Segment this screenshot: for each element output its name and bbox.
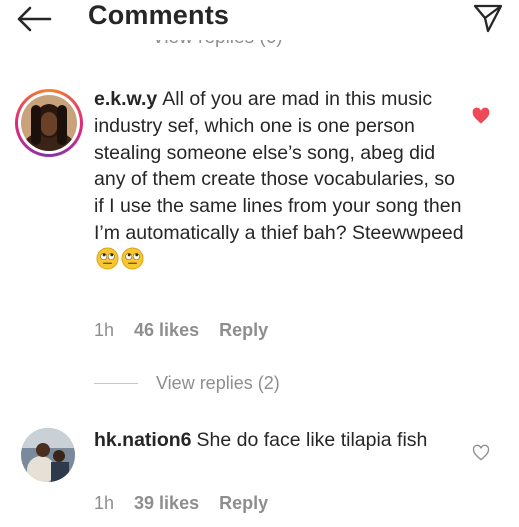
comment-time: 1h	[94, 493, 115, 513]
comment-username[interactable]: hk.nation6	[94, 429, 192, 451]
header-bar: Comments	[0, 0, 519, 40]
comment-text: She do face like tilapia fish	[196, 429, 428, 451]
reply-button[interactable]: Reply	[219, 320, 268, 341]
heart-outline-icon[interactable]	[471, 443, 491, 463]
comment-username[interactable]: e.k.w.y	[94, 88, 157, 110]
reply-button[interactable]: Reply	[219, 493, 268, 514]
eye-roll-emoji	[94, 247, 144, 271]
comment-text: All of you are mad in this music industr…	[94, 88, 464, 244]
heart-icon[interactable]	[471, 106, 491, 126]
avatar[interactable]	[21, 95, 77, 151]
comment-time: 1h	[94, 320, 115, 340]
likes-count[interactable]: 39 likes	[134, 493, 199, 514]
divider-line	[94, 383, 138, 384]
comment-meta: 1h 46 likes Reply	[94, 320, 268, 341]
page-title: Comments	[88, 0, 230, 30]
likes-count[interactable]: 46 likes	[134, 320, 199, 341]
comment-body: hk.nation6 She do face like tilapia fish	[94, 427, 464, 454]
avatar[interactable]	[21, 428, 75, 482]
view-replies-button[interactable]: View replies (2)	[94, 373, 280, 394]
paper-plane-icon[interactable]	[472, 2, 504, 34]
view-replies-label: View replies (2)	[156, 373, 280, 393]
arrow-left-icon[interactable]	[14, 4, 54, 34]
comment-body: e.k.w.y All of you are mad in this music …	[94, 86, 464, 274]
comment-meta: 1h 39 likes Reply	[94, 493, 268, 514]
